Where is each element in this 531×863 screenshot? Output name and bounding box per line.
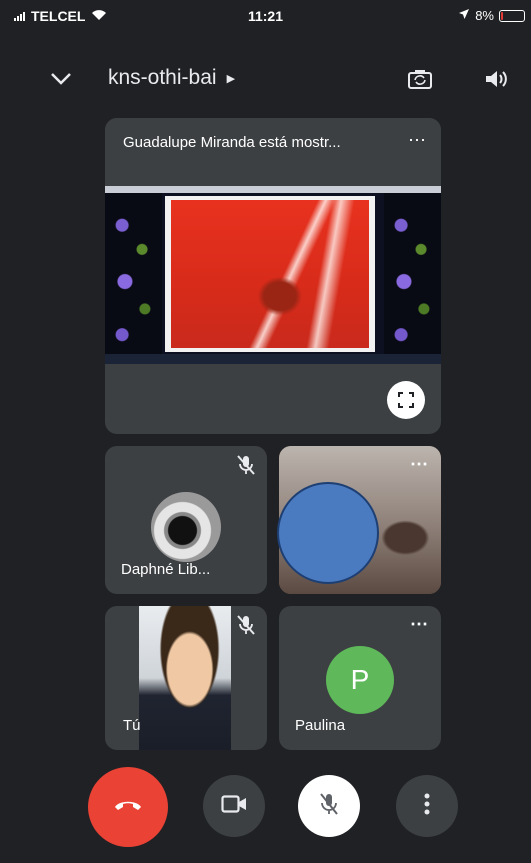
presentation-header: Guadalupe Miranda está mostr... ⋯ [105, 118, 441, 186]
camera-button[interactable] [203, 775, 265, 837]
shared-screen [105, 186, 441, 364]
wallpaper-right [384, 193, 441, 354]
camera-icon [221, 794, 247, 818]
chevron-down-icon[interactable] [44, 62, 78, 96]
location-icon [458, 8, 470, 23]
more-options-icon[interactable]: ⋯ [410, 614, 429, 635]
shared-painting-image [165, 196, 375, 352]
battery-icon [499, 9, 525, 22]
participant-tile-paulina[interactable]: ⋯ P Paulina [279, 606, 441, 750]
more-options-button[interactable] [396, 775, 458, 837]
presentation-title: Guadalupe Miranda está mostr... [123, 134, 341, 151]
participant-tile-daphne[interactable]: Daphné Lib... [105, 446, 267, 594]
battery-percent: 8% [475, 8, 494, 23]
status-right: 8% [458, 8, 525, 23]
meeting-title: kns-othi-bai [108, 66, 217, 89]
meeting-header: kns-othi-bai ▶ [0, 52, 531, 104]
avatar: P [326, 646, 394, 714]
shared-screen-taskbar [105, 354, 441, 364]
end-call-icon [113, 798, 143, 817]
participant-tile-self[interactable]: Tú [105, 606, 267, 750]
avatar [151, 492, 221, 562]
more-options-icon[interactable]: ⋯ [410, 454, 429, 475]
status-time: 11:21 [247, 8, 284, 24]
status-bar: TELCEL 11:21 8% [0, 0, 531, 34]
wallpaper-left [105, 193, 162, 354]
end-call-button[interactable] [88, 767, 168, 847]
speaker-icon[interactable] [479, 62, 513, 96]
more-vert-icon [424, 793, 430, 820]
mic-toggle-button[interactable] [298, 775, 360, 837]
participant-name: Paulina [295, 717, 346, 734]
mic-off-icon [233, 612, 259, 638]
battery-level [501, 11, 503, 20]
mic-off-icon [318, 792, 340, 821]
caret-right-icon: ▶ [226, 72, 236, 85]
self-video [139, 606, 231, 750]
fullscreen-icon[interactable] [387, 381, 425, 419]
presentation-tile[interactable]: Guadalupe Miranda está mostr... ⋯ [105, 118, 441, 434]
participant-name: Daphné Lib... [121, 561, 211, 578]
participant-name: Tú [123, 717, 141, 734]
mic-off-icon [233, 452, 259, 478]
switch-camera-icon[interactable] [403, 62, 437, 96]
more-options-icon[interactable]: ⋯ [408, 130, 427, 151]
meeting-title-button[interactable]: kns-othi-bai ▶ [108, 66, 235, 90]
shared-screen-toolbar [105, 186, 441, 193]
blue-circle-overlay [277, 482, 379, 584]
